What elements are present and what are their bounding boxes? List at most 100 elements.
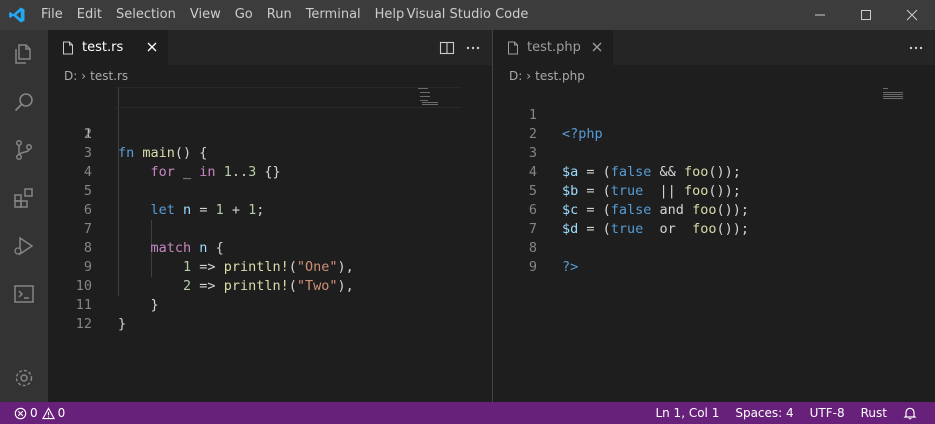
run-debug-button[interactable] [0,222,48,270]
settings-gear-icon [15,369,33,387]
search-icon [14,93,33,112]
code-line: 4 [48,144,492,180]
maximize-button[interactable] [843,0,889,30]
bell-icon [903,407,917,420]
code-editor-php[interactable]: 1 <?php 2 3 $a = (false && foo()); 4 $b … [493,87,935,275]
menu-edit[interactable]: Edit [70,0,109,30]
more-actions-button[interactable] [460,37,486,59]
status-bar: 0 0 Ln 1, Col 1 Spaces: 4 UTF-8 Rust [0,402,935,424]
notifications-button[interactable] [895,406,925,420]
code-line: 4 $b = (true || foo()); [493,144,935,199]
encoding[interactable]: UTF-8 [802,402,853,424]
cursor-position[interactable]: Ln 1, Col 1 [647,402,727,424]
settings-button[interactable] [0,354,48,402]
code-line: 12 [48,296,492,332]
menu-run[interactable]: Run [260,0,299,30]
title-bar: File Edit Selection View Go Run Terminal… [0,0,935,30]
vscode-logo-icon [0,0,34,30]
warning-count: 0 [57,406,66,420]
breadcrumb-file[interactable]: test.php [535,69,585,83]
tab-close-button[interactable] [144,39,160,55]
source-control-button[interactable] [0,126,48,174]
maximize-icon [861,10,871,20]
code-line: 8 1 => println!("One"), [48,220,492,275]
tab-label: test.rs [82,40,124,55]
tab-close-button[interactable] [589,39,605,55]
editor-actions-right [903,30,929,65]
search-button[interactable] [0,78,48,126]
run-debug-icon [14,236,34,256]
breadcrumb-file[interactable]: test.rs [90,69,128,83]
code-line: 3 $a = (false && foo()); [493,125,935,180]
close-icon [592,42,602,52]
close-icon [147,42,157,52]
minimize-icon [815,14,825,16]
tab-test-rs[interactable]: test.rs [48,30,168,65]
window-controls [797,0,935,30]
line-text: } [118,316,127,332]
menu-bar: File Edit Selection View Go Run Terminal… [34,0,411,30]
editor-group-left: test.rs D: › test.rs 1 fn main() {2 3 f… [48,30,492,402]
file-icon [60,40,76,56]
problems-indicator[interactable]: 0 0 [14,402,73,424]
code-line: 1 <?php [493,87,935,142]
extensions-button[interactable] [0,174,48,222]
window-title: Visual Studio Code [406,7,529,22]
remote-terminal-button[interactable] [0,270,48,318]
file-icon [505,40,521,56]
tab-bar-right: test.php [493,30,935,65]
more-actions-icon [466,46,480,49]
tab-test-php[interactable]: test.php [493,30,613,65]
code-line: 7 [493,201,935,237]
extensions-icon [14,188,33,208]
error-icon [14,407,27,419]
line-number: 9 [528,259,537,275]
code-line: 9 [493,239,935,275]
status-bar-left: 0 0 [14,402,73,424]
close-window-button[interactable] [889,0,935,30]
code-line: 9 2 => println!("Two"), [48,239,492,294]
warning-icon [41,406,55,419]
menu-view[interactable]: View [183,0,228,30]
editor-actions-left [434,30,486,65]
breadcrumb: D: › test.php [509,65,585,87]
explorer-button[interactable] [0,30,48,78]
close-icon [906,9,918,21]
more-actions-button[interactable] [903,37,929,59]
code-line: 11 } [48,277,492,332]
code-line: 2 [493,106,935,142]
code-line: 8 ?> [493,220,935,275]
tab-label: test.php [527,40,581,55]
more-actions-icon [909,46,923,49]
indentation[interactable]: Spaces: 4 [727,402,801,424]
menu-file[interactable]: File [34,0,70,30]
activity-bar [0,30,48,402]
minimize-button[interactable] [797,0,843,30]
chevron-right-icon: › [81,69,87,83]
tab-bar-left: test.rs [48,30,492,65]
language-mode[interactable]: Rust [853,402,895,424]
breadcrumb-drive[interactable]: D: [509,69,522,83]
split-editor-button[interactable] [434,37,460,59]
remote-terminal-icon [14,285,34,303]
code-line: 1 fn main() { [48,87,492,161]
line-text: ?> [562,259,579,275]
code-line: 3 for _ in 1..3 {} [48,125,492,180]
status-bar-right: Ln 1, Col 1 Spaces: 4 UTF-8 Rust [647,402,925,424]
explorer-icon [15,44,31,64]
code-line: 6 $d = (true or foo()); [493,182,935,237]
menu-go[interactable]: Go [228,0,260,30]
chevron-right-icon: › [526,69,532,83]
code-editor-rust[interactable]: 1 fn main() { 2 3 for _ in 1..3 {} 4 5 l… [48,87,492,332]
menu-selection[interactable]: Selection [109,0,183,30]
code-line: 10 } [48,258,492,313]
split-editor-icon [439,41,455,54]
menu-help[interactable]: Help [368,0,412,30]
current-line-highlight [114,87,462,108]
menu-terminal[interactable]: Terminal [299,0,368,30]
code-line: 7 match n { [48,201,492,256]
breadcrumb: D: › test.rs [64,65,128,87]
code-line: 6 [48,182,492,218]
breadcrumb-drive[interactable]: D: [64,69,77,83]
code-line: 2 [48,106,492,142]
